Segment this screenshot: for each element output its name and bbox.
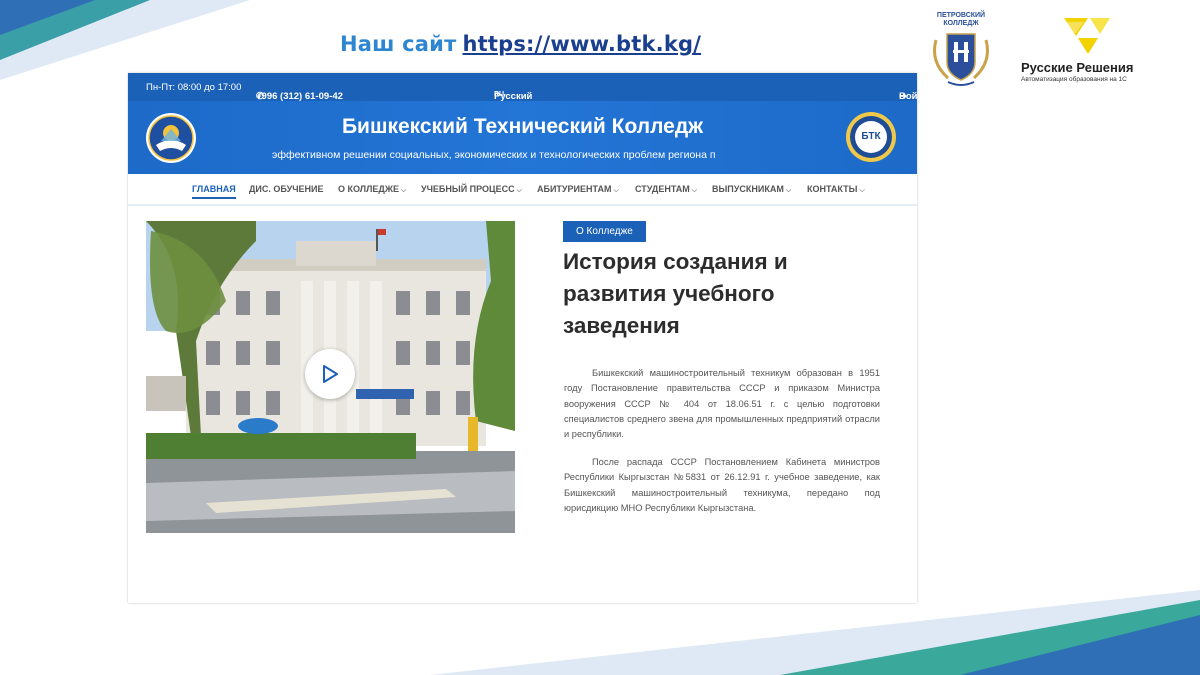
site-topbar: Пн-Пт: 08:00 до 17:00 ✆ +996 (312) 61-09… xyxy=(128,73,917,102)
rr-logo-name: Русские Решения xyxy=(1021,60,1134,75)
about-college-badge[interactable]: О Колледже xyxy=(563,221,646,242)
college-title: Бишкекский Технический Колледж xyxy=(341,115,704,138)
btk-logo: БТК xyxy=(845,111,897,163)
history-heading: История создания и развития учебного зав… xyxy=(563,249,788,338)
chevron-down-icon: ⌵ xyxy=(516,187,522,194)
nav-item-students[interactable]: СТУДЕНТАМ ⌵ xyxy=(635,184,697,195)
college-building-photo xyxy=(146,221,515,533)
nav-item-label: ДИС. ОБУЧЕНИЕ xyxy=(249,184,324,194)
website-screenshot: Пн-Пт: 08:00 до 17:00 ✆ +996 (312) 61-09… xyxy=(128,73,917,603)
nav-item-label: СТУДЕНТАМ xyxy=(635,184,690,194)
chevron-down-icon: ⌵ xyxy=(613,187,619,194)
nav-item-distance-learning[interactable]: ДИС. ОБУЧЕНИЕ xyxy=(249,184,324,194)
btk-logo-text: БТК xyxy=(861,131,881,142)
nav-item-label: АБИТУРИЕНТАМ xyxy=(537,184,612,194)
nav-item-label: О КОЛЛЕДЖЕ xyxy=(338,184,399,194)
nav-item-label: ГЛАВНАЯ xyxy=(192,184,236,194)
play-icon xyxy=(323,365,338,383)
petrovsky-college-logo: ПЕТРОВСКИЙ КОЛЛЕДЖ xyxy=(926,12,996,90)
college-slogan: эффективном решении социальных, экономич… xyxy=(272,149,716,161)
history-paragraph-1: Бишкекский машиностроительный техникум о… xyxy=(564,368,880,440)
nav-item-study-process[interactable]: УЧЕБНЫЙ ПРОЦЕСС ⌵ xyxy=(421,184,522,195)
play-video-button[interactable] xyxy=(305,349,355,399)
slide-title-prefix: Наш сайт xyxy=(340,32,457,56)
nav-item-label: КОНТАКТЫ xyxy=(807,184,858,194)
nav-item-label: УЧЕБНЫЙ ПРОЦЕСС xyxy=(421,184,515,194)
site-banner: Бишкекский Технический Колледж эффективн… xyxy=(128,101,917,174)
main-navigation: ГЛАВНАЯ ДИС. ОБУЧЕНИЕ О КОЛЛЕДЖЕ ⌵ УЧЕБНЫ… xyxy=(128,174,917,206)
russkie-resheniya-logo: Русские Решения Автоматизация образовани… xyxy=(1018,14,1148,84)
nav-item-home[interactable]: ГЛАВНАЯ xyxy=(192,184,236,199)
nav-item-contacts[interactable]: КОНТАКТЫ ⌵ xyxy=(807,184,865,195)
nav-item-label: ВЫПУСКНИКАМ xyxy=(712,184,784,194)
nav-item-applicants[interactable]: АБИТУРИЕНТАМ ⌵ xyxy=(537,184,619,195)
chevron-down-icon: ⌵ xyxy=(785,187,792,194)
working-hours: Пн-Пт: 08:00 до 17:00 xyxy=(146,82,242,93)
history-paragraph-2: После распада СССР Постановлением Кабине… xyxy=(564,457,880,513)
chevron-down-icon: ⌵ xyxy=(859,187,865,194)
site-url-link[interactable]: https://www.btk.kg/ xyxy=(462,32,701,56)
nav-item-graduates[interactable]: ВЫПУСКНИКАМ ⌵ xyxy=(712,184,791,195)
chevron-down-icon: ⌵ xyxy=(400,187,407,194)
rr-logo-subtitle: Автоматизация образования на 1С xyxy=(1021,76,1127,83)
chevron-down-icon: ⌵ xyxy=(691,187,698,194)
nav-item-about[interactable]: О КОЛЛЕДЖЕ ⌵ xyxy=(338,184,406,195)
slide-title: Наш сайт https://www.btk.kg/ xyxy=(340,32,701,56)
